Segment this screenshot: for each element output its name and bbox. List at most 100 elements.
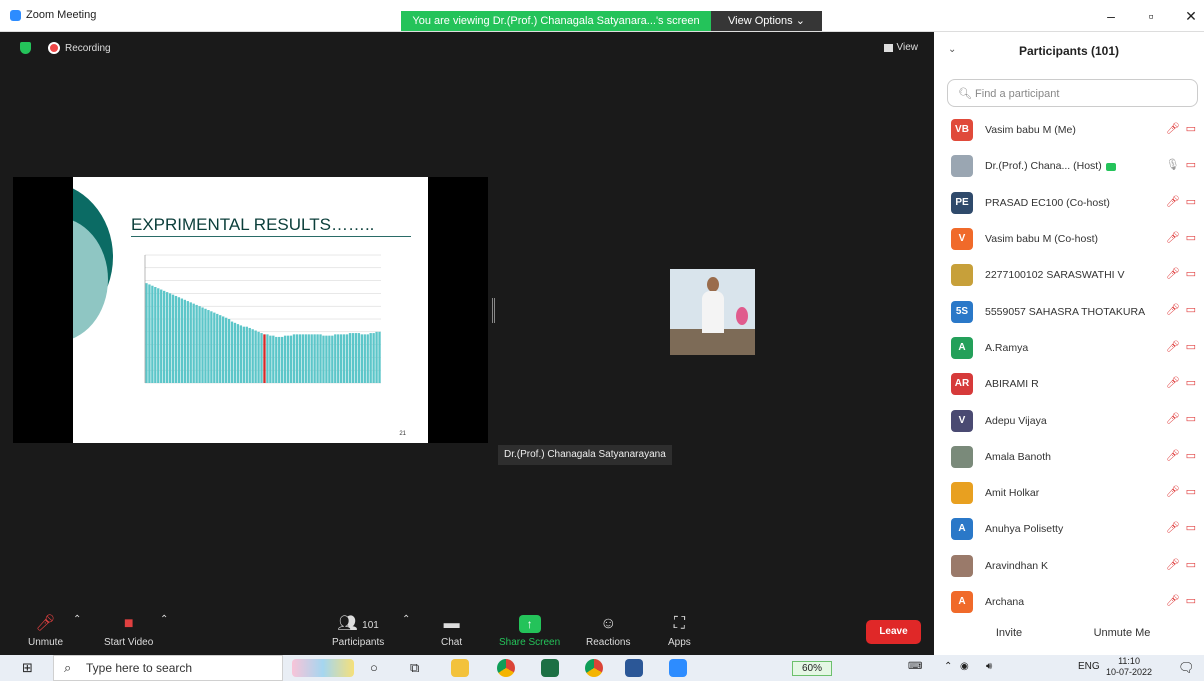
participants-button[interactable]: 👥︎ 101 Participants bbox=[332, 614, 384, 648]
participant-name: Aravindhan K bbox=[985, 559, 1049, 572]
leave-button[interactable]: Leave bbox=[866, 620, 921, 644]
chrome-icon-2[interactable] bbox=[585, 659, 603, 677]
keyboard-icon[interactable]: ⌨ bbox=[908, 661, 922, 672]
avatar: PE bbox=[951, 191, 973, 214]
close-button[interactable]: ✕ bbox=[1176, 8, 1204, 25]
participant-row[interactable]: A Archana 🎤︎ ▭ bbox=[934, 584, 1204, 620]
minimize-button[interactable]: – bbox=[1096, 8, 1126, 24]
participant-row[interactable]: Amit Holkar 🎤︎ ▭ bbox=[934, 475, 1204, 511]
participant-status-icons: 🎤︎ ▭ bbox=[1166, 267, 1196, 280]
participant-row[interactable]: Amala Banoth 🎤︎ ▭ bbox=[934, 439, 1204, 475]
participant-row[interactable]: Aravindhan K 🎤︎ ▭ bbox=[934, 548, 1204, 584]
chart-bar bbox=[219, 315, 222, 383]
chart-bar bbox=[298, 334, 302, 383]
participant-status-icons: 🎤︎ ▭ bbox=[1166, 303, 1196, 316]
task-view-icon[interactable]: ⧉ bbox=[410, 659, 419, 677]
participant-name: Dr.(Prof.) Chana... (Host) bbox=[985, 160, 1116, 172]
participant-search-input[interactable]: 🔍︎ Find a participant bbox=[947, 79, 1198, 107]
taskbar-clock[interactable]: 11:10 10-07-2022 bbox=[1106, 656, 1152, 678]
participant-row[interactable]: Dr.(Prof.) Chana... (Host) 🎙︎ ▭ bbox=[934, 148, 1204, 184]
show-hidden-icons-icon[interactable]: ⌃ bbox=[944, 661, 952, 672]
taskbar-search-box[interactable]: ⌕ Type here to search bbox=[53, 655, 283, 681]
clock-time: 11:10 bbox=[1118, 656, 1140, 666]
chart-bar bbox=[174, 295, 178, 383]
volume-icon[interactable]: 🔊︎ bbox=[986, 661, 992, 672]
chart-bar bbox=[145, 283, 148, 383]
clock-date: 10-07-2022 bbox=[1106, 667, 1153, 677]
video-off-icon: ▭ bbox=[1185, 231, 1196, 244]
start-video-button[interactable]: ■ Start Video bbox=[104, 614, 153, 648]
view-options-button[interactable]: View Options ⌄ bbox=[711, 11, 822, 31]
participant-row[interactable]: V Adepu Vijaya 🎤︎ ▭ bbox=[934, 402, 1204, 438]
participants-footer: Invite Unmute Me bbox=[934, 617, 1204, 647]
word-icon[interactable] bbox=[625, 659, 643, 677]
battery-indicator[interactable]: 60% bbox=[792, 661, 832, 676]
video-off-icon: ▭ bbox=[1185, 449, 1196, 462]
avatar: 5S bbox=[951, 300, 973, 323]
participants-options-caret[interactable]: ⌃ bbox=[402, 614, 410, 625]
split-handle[interactable] bbox=[492, 298, 495, 323]
chart-bar bbox=[366, 334, 369, 383]
chart-bar bbox=[168, 293, 172, 383]
chat-icon: ▬ bbox=[443, 615, 460, 632]
chart-bar bbox=[236, 324, 240, 383]
start-video-label: Start Video bbox=[104, 637, 154, 648]
security-indicator[interactable] bbox=[20, 42, 31, 54]
speaker-video-tile[interactable] bbox=[670, 269, 755, 355]
participant-row[interactable]: PE PRASAD EC100 (Co-host) 🎤︎ ▭ bbox=[934, 185, 1204, 221]
taskbar-news-widget[interactable] bbox=[292, 659, 354, 677]
mic-on-icon: 🎙︎ bbox=[1165, 159, 1180, 172]
mic-muted-icon: 🎤︎ bbox=[1165, 594, 1180, 607]
chart-bar bbox=[348, 333, 352, 383]
chat-button[interactable]: ▬ Chat bbox=[441, 614, 462, 648]
audio-options-caret[interactable]: ⌃ bbox=[73, 614, 81, 625]
reactions-button[interactable]: ☺ Reactions bbox=[586, 614, 630, 648]
chart-bar bbox=[345, 334, 349, 383]
speaker-name-label: Dr.(Prof.) Chanagala Satyanarayana bbox=[498, 445, 672, 465]
participant-row[interactable]: VB Vasim babu M (Me) 🎤︎ ▭ bbox=[934, 112, 1204, 148]
video-off-icon: ▭ bbox=[1185, 377, 1196, 390]
participant-row[interactable]: V Vasim babu M (Co-host) 🎤︎ ▭ bbox=[934, 221, 1204, 257]
notifications-icon[interactable]: 🗨︎ bbox=[1178, 659, 1195, 677]
unmute-button[interactable]: 🎤︎ Unmute bbox=[28, 614, 63, 648]
file-explorer-icon[interactable] bbox=[451, 659, 469, 677]
chart-bar bbox=[160, 289, 163, 383]
zoom-logo-icon bbox=[10, 9, 21, 21]
network-icon[interactable]: ◉ bbox=[960, 661, 969, 672]
apps-button[interactable]: ⛶ Apps bbox=[668, 614, 691, 648]
chart-bar bbox=[239, 325, 243, 383]
chart-bar bbox=[375, 331, 378, 383]
participant-row[interactable]: A A.Ramya 🎤︎ ▭ bbox=[934, 330, 1204, 366]
participant-row[interactable]: A Anuhya Polisetty 🎤︎ ▭ bbox=[934, 511, 1204, 547]
presentation-slide: EXPRIMENTAL RESULTS…….. 21 bbox=[73, 177, 428, 443]
video-options-caret[interactable]: ⌃ bbox=[160, 614, 168, 625]
participant-row[interactable]: AR ABIRAMI R 🎤︎ ▭ bbox=[934, 366, 1204, 402]
participant-row[interactable]: 2277100102 SARASWATHI V 🎤︎ ▭ bbox=[934, 257, 1204, 293]
avatar: VB bbox=[951, 119, 973, 142]
chart-bar bbox=[357, 333, 361, 383]
chart-bar bbox=[198, 306, 201, 383]
participant-row[interactable]: 5S 5559057 SAHASRA THOTAKURA 🎤︎ ▭ bbox=[934, 293, 1204, 329]
cortana-icon[interactable]: ○ bbox=[370, 659, 378, 677]
share-screen-button[interactable]: ↑ Share Screen bbox=[499, 614, 560, 648]
excel-icon[interactable] bbox=[541, 659, 559, 677]
windows-start-icon[interactable]: ⊞ bbox=[22, 659, 33, 677]
participant-status-icons: 🎤︎ ▭ bbox=[1166, 485, 1196, 498]
participant-name: Amit Holkar bbox=[985, 487, 1040, 500]
view-button[interactable]: View bbox=[883, 42, 918, 53]
recording-indicator[interactable]: Recording bbox=[48, 42, 111, 54]
participant-name: 5559057 SAHASRA THOTAKURA bbox=[985, 305, 1146, 318]
slide-title: EXPRIMENTAL RESULTS…….. bbox=[131, 215, 375, 234]
title-bar: Zoom Meeting You are viewing Dr.(Prof.) … bbox=[0, 0, 1204, 32]
language-indicator[interactable]: ENG bbox=[1078, 661, 1100, 672]
chrome-icon[interactable] bbox=[497, 659, 515, 677]
maximize-button[interactable]: ▫ bbox=[1136, 8, 1166, 24]
mic-muted-icon: 🎤︎ bbox=[1165, 522, 1180, 535]
slide-divider bbox=[131, 236, 411, 237]
slide-bar-chart bbox=[144, 254, 381, 384]
participant-name: PRASAD EC100 (Co-host) bbox=[985, 196, 1110, 209]
avatar: A bbox=[951, 518, 973, 541]
zoom-taskbar-icon[interactable] bbox=[669, 659, 687, 677]
invite-button[interactable]: Invite bbox=[979, 622, 1039, 644]
unmute-me-button[interactable]: Unmute Me bbox=[1082, 622, 1162, 644]
